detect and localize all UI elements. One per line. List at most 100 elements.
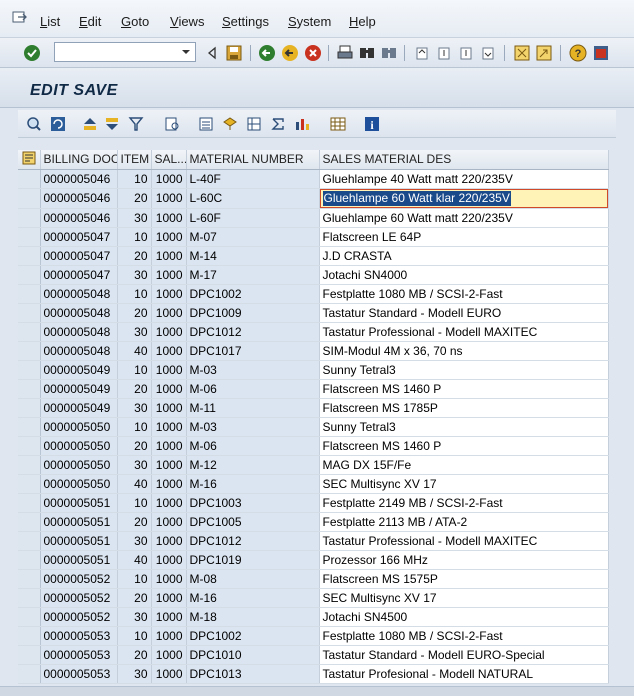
table-row[interactable]: 0000005049 10 1000 M-03 Sunny Tetral3: [18, 360, 609, 380]
menu-list[interactable]: List: [40, 14, 60, 29]
description-cell[interactable]: SEC Multisync XV 17: [319, 588, 609, 608]
table-row[interactable]: 0000005052 10 1000 M-08 Flatscreen MS 1575P: [18, 569, 609, 589]
row-selector[interactable]: [18, 265, 41, 285]
first-page-icon[interactable]: [412, 43, 432, 63]
row-selector[interactable]: [18, 169, 41, 189]
menu-system[interactable]: System: [288, 14, 331, 29]
exit-icon[interactable]: [280, 43, 300, 63]
row-selector[interactable]: [18, 645, 41, 665]
row-selector[interactable]: [18, 626, 41, 646]
cancel-icon[interactable]: [303, 43, 323, 63]
row-selector[interactable]: [18, 188, 41, 209]
graphic-icon[interactable]: [292, 114, 312, 134]
description-cell[interactable]: Tastatur Standard - Modell EURO: [319, 303, 609, 323]
row-selector[interactable]: [18, 360, 41, 380]
print-preview-icon[interactable]: [162, 114, 182, 134]
table-row[interactable]: 0000005048 10 1000 DPC1002 Festplatte 1080 M…: [18, 284, 609, 304]
description-cell[interactable]: SIM-Modul 4M x 36, 70 ns: [319, 341, 609, 361]
table-row[interactable]: 0000005050 40 1000 M-16 SEC Multisync XV 17: [18, 474, 609, 494]
row-selector[interactable]: [18, 398, 41, 418]
create-session-icon[interactable]: [512, 43, 532, 63]
table-row[interactable]: 0000005047 30 1000 M-17 Jotachi SN4000: [18, 265, 609, 285]
table-row[interactable]: 0000005049 30 1000 M-11 Flatscreen MS 1785P: [18, 398, 609, 418]
help-icon[interactable]: ?: [568, 43, 588, 63]
row-selector[interactable]: [18, 588, 41, 608]
description-cell[interactable]: Flatscreen MS 1575P: [319, 569, 609, 589]
description-cell[interactable]: Gluehlampe 40 Watt matt 220/235V: [319, 169, 609, 189]
row-selector[interactable]: [18, 284, 41, 304]
info-icon[interactable]: i: [362, 114, 382, 134]
row-selector[interactable]: [18, 322, 41, 342]
table-row[interactable]: 0000005050 20 1000 M-06 Flatscreen MS 1460 P: [18, 436, 609, 456]
row-selector[interactable]: [18, 569, 41, 589]
description-cell[interactable]: Flatscreen MS 1460 P: [319, 379, 609, 399]
details-icon[interactable]: [24, 114, 44, 134]
table-row[interactable]: 0000005049 20 1000 M-06 Flatscreen MS 1460 P: [18, 379, 609, 399]
menu-edit[interactable]: Edit: [79, 14, 101, 29]
row-selector[interactable]: [18, 474, 41, 494]
table-row[interactable]: 0000005052 30 1000 M-18 Jotachi SN4500: [18, 607, 609, 627]
sort-descending-icon[interactable]: [102, 114, 122, 134]
description-cell[interactable]: Flatscreen MS 1460 P: [319, 436, 609, 456]
description-cell[interactable]: Festplatte 2113 MB / ATA-2: [319, 512, 609, 532]
row-selector[interactable]: [18, 208, 41, 228]
filter-icon[interactable]: [126, 114, 146, 134]
find-next-icon[interactable]: [379, 43, 399, 63]
description-cell[interactable]: Flatscreen MS 1785P: [319, 398, 609, 418]
focused-input[interactable]: Gluehlampe 60 Watt klar 220/235V: [319, 188, 607, 207]
print-icon[interactable]: [335, 43, 355, 63]
menu-help[interactable]: Help: [349, 14, 376, 29]
layout-grid-icon[interactable]: [328, 114, 348, 134]
description-cell[interactable]: Tastatur Professional - Modell MAXITEC: [319, 531, 609, 551]
column-header-billing-doc[interactable]: BILLING DOC: [40, 150, 118, 170]
column-header-sales-org[interactable]: SAL...: [151, 150, 187, 170]
column-header-material-number[interactable]: MATERIAL NUMBER: [186, 150, 320, 170]
table-row[interactable]: 0000005046 30 1000 L-60F Gluehlampe 60 Watt …: [18, 208, 609, 228]
refresh-icon[interactable]: [48, 114, 68, 134]
description-cell[interactable]: Festplatte 1080 MB / SCSI-2-Fast: [319, 626, 609, 646]
description-cell[interactable]: Prozessor 166 MHz: [319, 550, 609, 570]
table-row[interactable]: 0000005047 20 1000 M-14 J.D CRASTA: [18, 246, 609, 266]
find-icon[interactable]: [357, 43, 377, 63]
menu-views[interactable]: Views: [170, 14, 204, 29]
row-selector[interactable]: [18, 455, 41, 475]
subtotal-icon[interactable]: [268, 114, 288, 134]
back-icon[interactable]: [257, 43, 277, 63]
menu-goto[interactable]: Goto: [121, 14, 149, 29]
row-selector[interactable]: [18, 436, 41, 456]
table-row[interactable]: 0000005051 30 1000 DPC1012 Tastatur Professi…: [18, 531, 609, 551]
enter-check-icon[interactable]: [22, 43, 42, 63]
next-page-icon[interactable]: [456, 43, 476, 63]
description-cell[interactable]: Jotachi SN4500: [319, 607, 609, 627]
table-row[interactable]: 0000005051 40 1000 DPC1019 Prozessor 166 MHz: [18, 550, 609, 570]
row-selector[interactable]: [18, 341, 41, 361]
description-cell[interactable]: Sunny Tetral3: [319, 360, 609, 380]
description-cell[interactable]: Tastatur Professional - Modell MAXITEC: [319, 322, 609, 342]
row-selector[interactable]: [18, 227, 41, 247]
table-row[interactable]: 0000005053 30 1000 DPC1013 Tastatur Profesio…: [18, 664, 609, 684]
table-row[interactable]: 0000005053 20 1000 DPC1010 Tastatur Standard…: [18, 645, 609, 665]
description-cell[interactable]: Sunny Tetral3: [319, 417, 609, 437]
collapse-left-icon[interactable]: [202, 43, 222, 63]
column-header-sales-material-desc[interactable]: SALES MATERIAL DES: [319, 150, 609, 170]
table-row[interactable]: 0000005048 40 1000 DPC1017 SIM-Modul 4M x 36…: [18, 341, 609, 361]
row-selector[interactable]: [18, 550, 41, 570]
description-cell[interactable]: Tastatur Standard - Modell EURO-Special: [319, 645, 609, 665]
row-selector[interactable]: [18, 493, 41, 513]
description-cell[interactable]: MAG DX 15F/Fe: [319, 455, 609, 475]
row-selector[interactable]: [18, 379, 41, 399]
row-selector[interactable]: [18, 664, 41, 684]
last-page-icon[interactable]: [478, 43, 498, 63]
row-selector[interactable]: [18, 531, 41, 551]
table-row[interactable]: 0000005050 30 1000 M-12 MAG DX 15F/Fe: [18, 455, 609, 475]
row-selector[interactable]: [18, 303, 41, 323]
description-cell[interactable]: Jotachi SN4000: [319, 265, 609, 285]
column-header-item[interactable]: ITEM: [117, 150, 152, 170]
layout-menu-icon[interactable]: [591, 43, 611, 63]
table-row[interactable]: 0000005053 10 1000 DPC1002 Festplatte 1080 M…: [18, 626, 609, 646]
command-input[interactable]: [55, 43, 175, 61]
table-row[interactable]: 0000005048 20 1000 DPC1009 Tastatur Standard…: [18, 303, 609, 323]
spreadsheet-icon[interactable]: [244, 114, 264, 134]
table-row[interactable]: 0000005048 30 1000 DPC1012 Tastatur Professi…: [18, 322, 609, 342]
shortcut-icon[interactable]: [534, 43, 554, 63]
